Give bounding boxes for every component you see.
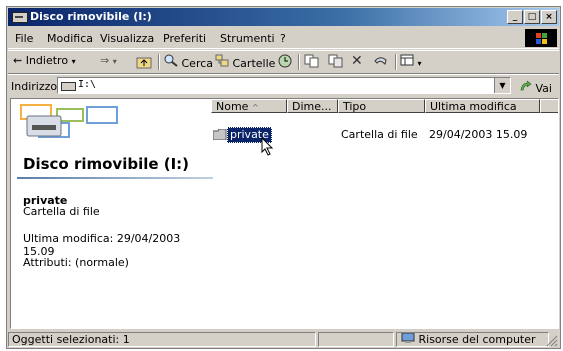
folder-view: Disco rimovibile (I:) private Cartella d… [10, 98, 559, 329]
chevron-down-icon: ▾ [112, 57, 117, 66]
copy-to-icon [328, 54, 343, 68]
status-blank [318, 332, 394, 347]
close-button[interactable]: × [541, 10, 557, 24]
explorer-window: Disco rimovibile (I:) _ □ × File Modifica … [6, 6, 561, 349]
up-button[interactable] [136, 55, 152, 72]
undo-button[interactable] [372, 54, 388, 69]
back-arrow-icon: ⇜ [13, 54, 23, 67]
address-input[interactable]: I:\ ▼ [57, 77, 511, 94]
menu-strumenti[interactable]: Strumenti [220, 32, 275, 45]
menu-preferiti[interactable]: Preferiti [163, 32, 206, 45]
menu-modifica[interactable]: Modifica [47, 32, 93, 45]
go-arrow-icon [520, 80, 532, 91]
drive-icon [61, 82, 76, 91]
column-name-label: Nome [216, 100, 249, 113]
search-button[interactable]: Cerca [164, 54, 213, 70]
folders-icon [215, 54, 229, 67]
forward-button[interactable]: ⇒ ▾ [100, 54, 117, 67]
delete-button[interactable]: ✕ [351, 53, 363, 69]
file-type: Cartella di file [341, 128, 418, 141]
column-header-modified[interactable]: Ultima modifica [425, 99, 540, 113]
window-title: Disco rimovibile (I:) [30, 10, 152, 23]
back-button[interactable]: ⇜ Indietro ▾ [13, 54, 76, 67]
drive-icon [12, 12, 28, 23]
menu-visualizza[interactable]: Visualizza [100, 32, 154, 45]
file-modified: 29/04/2003 15.09 [429, 128, 528, 141]
folders-button[interactable]: Cartelle [215, 54, 275, 70]
address-value: I:\ [78, 79, 97, 90]
drive-header-graphic [20, 104, 118, 138]
menu-help[interactable]: ? [280, 32, 286, 45]
copy-to-button[interactable] [328, 54, 343, 71]
status-bar: Oggetti selezionati: 1 Risorse del compu… [8, 331, 559, 348]
status-zone-label: Risorse del computer [418, 333, 536, 346]
column-header-name[interactable]: Nome ^ [211, 99, 287, 113]
chevron-down-icon: ▾ [71, 57, 76, 66]
history-button[interactable] [278, 54, 293, 72]
move-to-button[interactable] [304, 54, 319, 71]
menu-bar: File Modifica Visualizza Preferiti Strum… [8, 28, 559, 49]
undo-icon [374, 57, 387, 65]
selected-item-modified: Ultima modifica: 29/04/2003 15.09 [23, 232, 181, 258]
history-icon [278, 54, 292, 68]
title-bar[interactable]: Disco rimovibile (I:) _ □ × [8, 8, 559, 26]
pointer-cursor-icon [261, 137, 274, 156]
address-dropdown-button[interactable]: ▼ [494, 78, 510, 93]
search-icon [164, 54, 178, 67]
search-label: Cerca [181, 57, 214, 70]
move-to-icon [304, 54, 319, 68]
column-header-size[interactable]: Dime... [287, 99, 338, 113]
views-icon [400, 54, 414, 66]
title-divider [17, 177, 213, 179]
windows-logo-icon [525, 29, 557, 47]
selected-item-type: Cartella di file [23, 205, 100, 218]
standard-toolbar: ⇜ Indietro ▾ ⇒ ▾ Cerca Cartelle ✕ ▾ [8, 50, 559, 74]
folders-label: Cartelle [232, 57, 276, 70]
up-folder-icon [136, 57, 152, 69]
computer-icon [401, 333, 415, 343]
forward-arrow-icon: ⇒ [100, 54, 110, 67]
sort-arrow-icon: ^ [251, 103, 259, 112]
maximize-button[interactable]: □ [524, 10, 540, 24]
views-button[interactable]: ▾ [400, 54, 422, 69]
column-header-filler [540, 99, 558, 113]
go-button[interactable]: Vai [519, 80, 552, 95]
resize-grip-icon[interactable] [546, 335, 558, 347]
status-zone: Risorse del computer [396, 332, 549, 347]
selected-item-attributes: Attributi: (normale) [23, 256, 129, 269]
delete-icon: ✕ [351, 53, 363, 69]
go-label: Vai [535, 82, 552, 95]
folder-icon [213, 129, 227, 140]
column-header-type[interactable]: Tipo [338, 99, 425, 113]
address-bar: Indirizzo I:\ ▼ Vai [8, 74, 559, 97]
folder-title: Disco rimovibile (I:) [23, 155, 190, 173]
web-view-pane: Disco rimovibile (I:) private Cartella d… [11, 99, 213, 328]
menu-file[interactable]: File [15, 32, 33, 45]
column-header-row: Nome ^ Dime... Tipo Ultima modifica [211, 99, 558, 115]
address-label: Indirizzo [11, 80, 58, 93]
back-label: Indietro [25, 54, 69, 67]
chevron-down-icon: ▾ [417, 59, 422, 68]
status-selection: Oggetti selezionati: 1 [8, 332, 316, 347]
minimize-button[interactable]: _ [507, 10, 523, 24]
